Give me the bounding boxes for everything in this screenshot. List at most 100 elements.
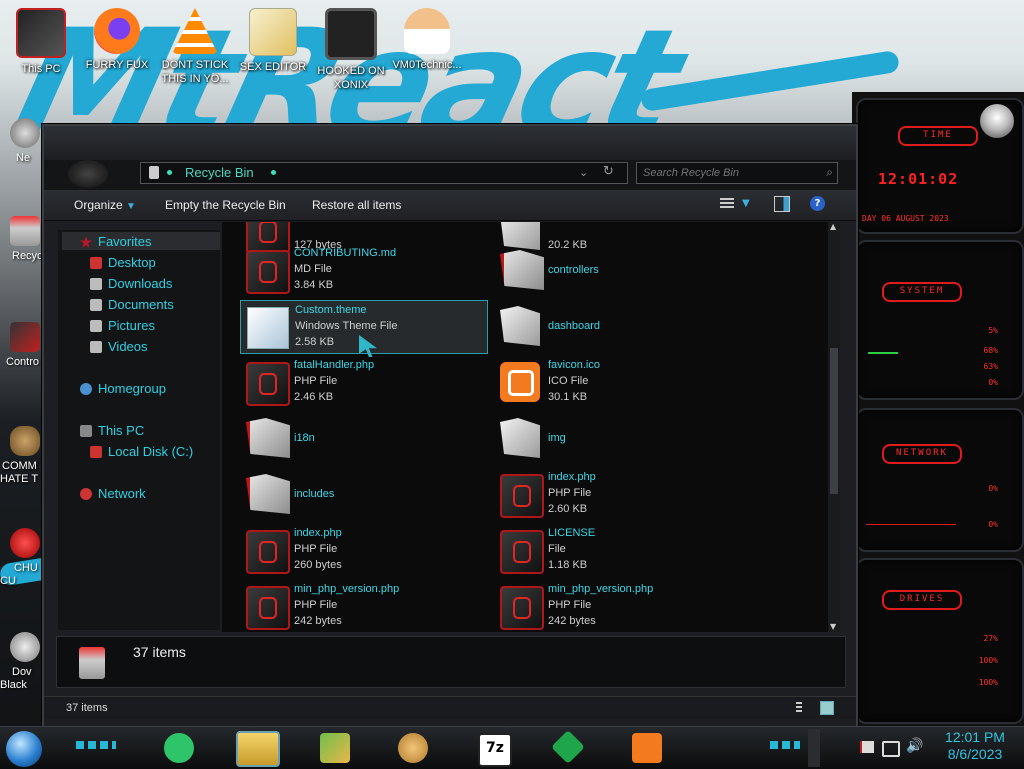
breadcrumb-dropdown-icon[interactable]: [271, 170, 276, 175]
search-box[interactable]: ⌕: [636, 162, 838, 184]
nav-favorites[interactable]: Favorites: [80, 234, 151, 250]
desktop-icon-communist[interactable]: COMM HATE T: [0, 426, 40, 486]
scroll-down-icon[interactable]: ▼: [830, 622, 836, 632]
taskbar-clock[interactable]: 12:01 PM 8/6/2023: [930, 729, 1020, 763]
organize-label: Organize: [74, 198, 123, 212]
start-button[interactable]: [6, 731, 42, 767]
action-center-flag-icon[interactable]: [860, 741, 874, 753]
status-item-count: 37 items: [66, 702, 108, 714]
file-explorer-taskbar-icon[interactable]: [236, 731, 280, 767]
desktop-icon-sex-editor[interactable]: SEX EDITOR: [234, 8, 312, 74]
volume-icon[interactable]: 🔊: [906, 737, 923, 755]
file-item[interactable]: index.php PHP File 260 bytes: [240, 524, 486, 576]
handshake-app-icon[interactable]: [398, 733, 428, 763]
large-icons-view-icon[interactable]: [820, 701, 834, 715]
desktop-icon-dont-stick[interactable]: DONT STICK THIS IN YO...: [156, 8, 234, 86]
notes-app-icon[interactable]: [164, 733, 194, 763]
taskbar-date: 8/6/2023: [947, 746, 1003, 762]
address-bar[interactable]: Recycle Bin ⌄ ↻: [140, 162, 628, 184]
nav-local-disk[interactable]: Local Disk (C:): [90, 444, 194, 460]
folder-icon: [500, 418, 540, 458]
empty-recycle-bin-button[interactable]: Empty the Recycle Bin: [165, 197, 286, 213]
file-name: fatalHandler.php: [294, 359, 375, 371]
desktop-icon-label: SEX EDITOR: [239, 61, 307, 73]
file-item[interactable]: fatalHandler.php PHP File 2.46 KB: [240, 356, 486, 408]
system-value: 5%: [988, 326, 998, 335]
desktop-icon-network[interactable]: Ne: [0, 118, 40, 165]
scrollbar-thumb[interactable]: [830, 348, 838, 494]
vertical-scrollbar[interactable]: ▲ ▼: [828, 222, 840, 632]
nav-pictures[interactable]: Pictures: [90, 318, 155, 334]
nav-network[interactable]: Network: [80, 486, 146, 502]
address-dropdown-icon[interactable]: ⌄: [579, 165, 588, 181]
nav-videos[interactable]: Videos: [90, 339, 148, 355]
system-graph-line: [868, 352, 898, 354]
desktop-icon-control-panel[interactable]: Contro: [0, 322, 40, 369]
explorer-window: Recycle Bin ⌄ ↻ ⌕ Organize ▼ Empty the R…: [42, 124, 858, 730]
file-item[interactable]: min_php_version.php PHP File 242 bytes: [240, 580, 486, 632]
taskbar-accent-left: [76, 741, 116, 749]
widget-title: NETWORK: [882, 444, 962, 464]
folder-icon: [246, 418, 290, 458]
back-forward-button[interactable]: [68, 160, 108, 188]
file-name: Custom.theme: [295, 304, 367, 316]
search-icon[interactable]: ⌕: [826, 164, 833, 180]
alienware-widget-column: TIME 12:01:02 DAY 06 AUGUST 2023 SYSTEM …: [852, 92, 1024, 728]
xampp-taskbar-icon[interactable]: [632, 733, 662, 763]
nav-downloads[interactable]: Downloads: [90, 276, 172, 292]
search-input[interactable]: [641, 164, 815, 182]
file-type: Windows Theme File: [295, 320, 398, 332]
file-item[interactable]: favicon.ico ICO File 30.1 KB: [494, 356, 740, 408]
folder-item[interactable]: includes: [240, 468, 486, 520]
file-item-selected[interactable]: Custom.theme Windows Theme File 2.58 KB: [240, 300, 488, 357]
organize-button[interactable]: Organize ▼: [74, 197, 136, 215]
desktop-icon-chu-cu[interactable]: CHU CU: [0, 528, 40, 588]
scroll-up-icon[interactable]: ▲: [830, 222, 836, 232]
folder-item[interactable]: img: [494, 412, 740, 464]
nav-label: Local Disk (C:): [108, 444, 194, 459]
refresh-icon[interactable]: ↻: [603, 164, 614, 180]
desktop-icon-furry-fux[interactable]: FURRY FUX: [78, 8, 156, 72]
alien-head-icon: [980, 104, 1014, 138]
tray-scroll[interactable]: [808, 729, 820, 767]
file-item[interactable]: CONTRIBUTING.md MD File 3.84 KB: [240, 244, 486, 296]
nav-documents[interactable]: Documents: [90, 297, 174, 313]
nav-homegroup[interactable]: Homegroup: [80, 381, 166, 397]
desktop-icon-this-pc[interactable]: This PC: [2, 8, 80, 76]
file-item[interactable]: index.php PHP File 2.60 KB: [494, 468, 740, 520]
widget-title: SYSTEM: [882, 282, 962, 302]
restore-all-items-button[interactable]: Restore all items: [312, 197, 401, 213]
details-view-icon[interactable]: [796, 702, 802, 714]
diamond-app-icon[interactable]: [551, 730, 585, 764]
folder-item[interactable]: i18n: [240, 412, 486, 464]
arrow-app-icon[interactable]: [320, 733, 350, 763]
file-name: min_php_version.php: [294, 583, 400, 595]
nav-desktop[interactable]: Desktop: [90, 255, 156, 271]
desktop-icon-download-black[interactable]: Dov Black: [0, 632, 40, 692]
preview-pane-icon[interactable]: [774, 196, 790, 212]
nav-label: Videos: [108, 339, 148, 354]
window-titlebar[interactable]: [44, 126, 856, 160]
network-status-icon[interactable]: [882, 741, 900, 757]
desktop-icon-recycle-bin[interactable]: Recyc: [0, 216, 43, 263]
network-value: 0%: [988, 484, 998, 493]
nav-label: Pictures: [108, 318, 155, 333]
nav-label: Homegroup: [98, 381, 166, 396]
view-dropdown-icon[interactable]: ▼: [742, 196, 750, 212]
7zip-app-icon[interactable]: 7z: [478, 733, 512, 767]
vlc-cone-icon: [172, 8, 218, 54]
view-options-icon[interactable]: [720, 198, 734, 210]
folder-item[interactable]: dashboard: [494, 300, 740, 352]
help-icon[interactable]: ?: [810, 196, 825, 211]
network-widget: NETWORK 0% 0%: [856, 408, 1024, 552]
network-icon: [80, 488, 92, 500]
folder-item[interactable]: controllers: [494, 244, 740, 296]
file-item[interactable]: min_php_version.php PHP File 242 bytes: [494, 580, 740, 632]
folder-name: dashboard: [548, 320, 600, 332]
desktop-icon-hooked-on-xonix[interactable]: HOOKED ON XONIX: [312, 8, 390, 92]
file-item[interactable]: LICENSE File 1.18 KB: [494, 524, 740, 576]
desktop-icon-vm0technic[interactable]: VM0Technic...: [388, 8, 466, 72]
nav-this-pc[interactable]: This PC: [80, 423, 144, 439]
command-toolbar: Organize ▼ Empty the Recycle Bin Restore…: [44, 190, 856, 221]
system-value: 0%: [988, 378, 998, 387]
